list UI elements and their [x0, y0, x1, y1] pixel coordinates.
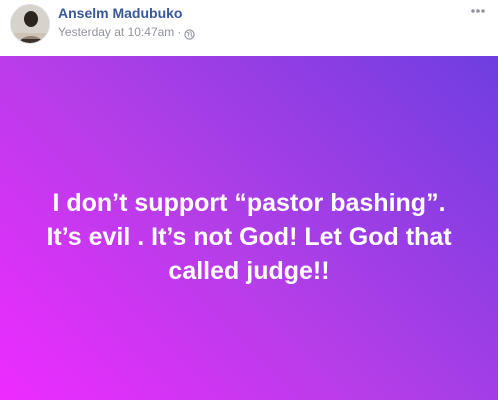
post-timestamp[interactable]: Yesterday at 10:47am	[58, 25, 174, 39]
post-text: I don’t support “pastor bashing”. It’s e…	[46, 189, 452, 285]
avatar[interactable]	[10, 4, 50, 44]
more-options-icon	[471, 9, 485, 13]
post-background-card: I don’t support “pastor bashing”. It’s e…	[0, 56, 498, 400]
author-name[interactable]: Anselm Madubuko	[58, 5, 182, 21]
post-header: Anselm Madubuko Yesterday at 10:47am ·	[0, 0, 498, 56]
globe-icon[interactable]	[184, 27, 195, 40]
avatar-image	[11, 5, 49, 43]
meta-separator: ·	[177, 25, 182, 39]
more-options-button[interactable]	[466, 2, 490, 20]
post-meta: Yesterday at 10:47am ·	[58, 25, 195, 40]
